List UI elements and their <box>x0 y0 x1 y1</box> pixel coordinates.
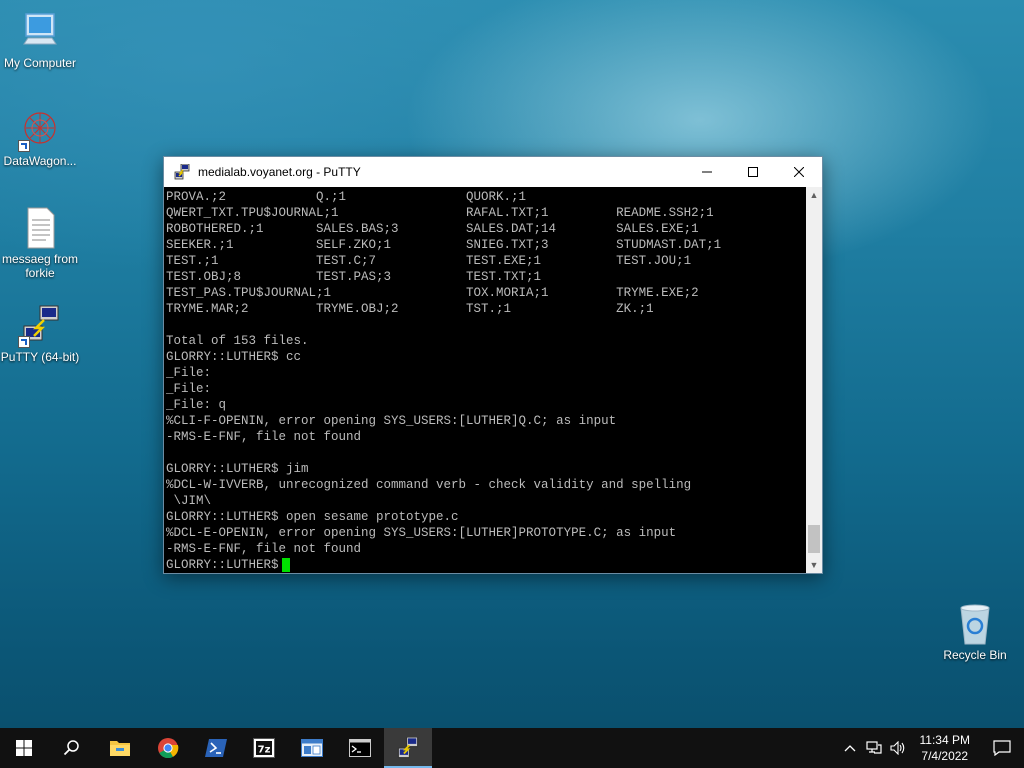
terminal-line: %DCL-W-IVVERB, unrecognized command verb… <box>166 478 692 492</box>
network-button[interactable] <box>862 728 886 768</box>
terminal-line: QWERT_TXT.TPU$JOURNAL;1 RAFAL.TXT;1 READ… <box>166 206 714 220</box>
desktop-icon-label: messaeg from forkie <box>1 252 79 280</box>
terminal-line: TRYME.MAR;2 TRYME.OBJ;2 TST.;1 ZK.;1 <box>166 302 654 316</box>
scroll-down-button[interactable]: ▼ <box>806 557 822 573</box>
computer-icon <box>18 10 62 54</box>
terminal-line: ROBOTHERED.;1 SALES.BAS;3 SALES.DAT;14 S… <box>166 222 699 236</box>
chevron-down-icon: ▼ <box>809 560 819 570</box>
powershell-icon <box>205 739 227 757</box>
7zip-icon: 7z <box>253 738 275 758</box>
speaker-icon <box>889 741 904 755</box>
vertical-scrollbar[interactable]: ▲ ▼ <box>806 187 822 573</box>
putty-window[interactable]: medialab.voyanet.org - PuTTY PROVA.;2 Q.… <box>163 156 823 574</box>
terminal-line: TEST_PAS.TPU$JOURNAL;1 TOX.MORIA;1 TRYME… <box>166 286 699 300</box>
desktop-icon-recycle-bin[interactable]: Recycle Bin <box>935 602 1015 662</box>
command-prompt-icon <box>349 739 371 757</box>
title-bar[interactable]: medialab.voyanet.org - PuTTY <box>164 157 822 187</box>
clock[interactable]: 11:34 PM 7/4/2022 <box>910 732 980 764</box>
terminal-line: TEST.OBJ;8 TEST.PAS;3 TEST.TXT;1 <box>166 270 542 284</box>
terminal-line: GLORRY::LUTHER$ open sesame prototype.c <box>166 510 459 524</box>
scrollbar-thumb[interactable] <box>808 525 820 553</box>
recycle-bin-icon <box>953 602 997 646</box>
taskbar-putty[interactable] <box>384 728 432 768</box>
window-title: medialab.voyanet.org - PuTTY <box>198 165 361 179</box>
search-button[interactable] <box>48 728 96 768</box>
terminal-prompt: GLORRY::LUTHER$ <box>166 558 279 572</box>
svg-text:7z: 7z <box>258 745 271 756</box>
text-file-icon <box>18 206 62 250</box>
desktop-icon-label: PuTTY (64-bit) <box>0 350 80 364</box>
desktop-icon-message-file[interactable]: messaeg from forkie <box>0 206 80 280</box>
close-icon <box>794 167 804 177</box>
datawagon-icon <box>18 108 62 152</box>
taskbar-chrome[interactable] <box>144 728 192 768</box>
taskbar-app-window[interactable] <box>288 728 336 768</box>
show-hidden-icons-button[interactable] <box>838 728 862 768</box>
taskbar-command-prompt[interactable] <box>336 728 384 768</box>
shortcut-arrow-icon <box>18 336 30 348</box>
clock-time: 11:34 PM <box>919 733 970 747</box>
terminal-prompt-line[interactable]: GLORRY::LUTHER$ <box>166 557 721 573</box>
minimize-icon <box>702 171 712 173</box>
taskbar: 7z 11:34 PM 7/4/2022 <box>0 728 1024 768</box>
terminal-line: -RMS-E-FNF, file not found <box>166 542 362 556</box>
desktop-icon-label: Recycle Bin <box>943 648 1007 662</box>
scroll-up-button[interactable]: ▲ <box>806 187 822 203</box>
maximize-icon <box>748 167 758 177</box>
search-icon <box>63 740 79 756</box>
chevron-up-icon <box>844 745 855 752</box>
start-button[interactable] <box>0 728 48 768</box>
clock-date: 7/4/2022 <box>921 749 969 763</box>
terminal-line: TEST.;1 TEST.C;7 TEST.EXE;1 TEST.JOU;1 <box>166 254 692 268</box>
minimize-button[interactable] <box>684 157 730 187</box>
terminal-line: %DCL-E-OPENIN, error opening SYS_USERS:[… <box>166 526 677 540</box>
desktop-icon-my-computer[interactable]: My Computer <box>0 10 80 70</box>
chevron-up-icon: ▲ <box>809 190 819 200</box>
action-center-button[interactable] <box>980 728 1024 768</box>
notification-icon <box>993 740 1011 756</box>
app-window-icon <box>301 739 323 757</box>
terminal-area[interactable]: PROVA.;2 Q.;1 QUORK.;1 QWERT_TXT.TPU$JOU… <box>164 187 806 573</box>
taskbar-7zip[interactable]: 7z <box>240 728 288 768</box>
terminal-output: PROVA.;2 Q.;1 QUORK.;1 QWERT_TXT.TPU$JOU… <box>166 189 721 573</box>
file-explorer-icon <box>110 741 130 756</box>
terminal-line: _File: q <box>166 398 227 412</box>
terminal-line: Total of 153 files. <box>166 334 309 348</box>
terminal-line: _File: <box>166 366 212 380</box>
putty-icon <box>397 737 419 759</box>
start-icon <box>16 740 32 756</box>
terminal-line: SEEKER.;1 SELF.ZKO;1 SNIEG.TXT;3 STUDMAS… <box>166 238 722 252</box>
system-tray: 11:34 PM 7/4/2022 <box>838 728 1024 768</box>
chrome-icon <box>158 738 179 759</box>
terminal-line: PROVA.;2 Q.;1 QUORK.;1 <box>166 190 527 204</box>
desktop-icon-label: My Computer <box>3 56 77 70</box>
maximize-button[interactable] <box>730 157 776 187</box>
terminal-line: \JIM\ <box>166 494 212 508</box>
shortcut-arrow-icon <box>18 140 30 152</box>
desktop-icon-label: DataWagon... <box>3 154 77 168</box>
network-icon <box>865 741 882 754</box>
terminal-line: GLORRY::LUTHER$ cc <box>166 350 302 364</box>
putty-icon <box>174 163 190 180</box>
terminal-line: GLORRY::LUTHER$ jim <box>166 462 309 476</box>
desktop-icon-datawagon[interactable]: DataWagon... <box>0 108 80 168</box>
volume-button[interactable] <box>886 728 910 768</box>
desktop-icon-putty[interactable]: PuTTY (64-bit) <box>0 304 80 364</box>
terminal-line: -RMS-E-FNF, file not found <box>166 430 362 444</box>
desktop: My Computer DataWagon... messaeg from fo… <box>0 0 1024 728</box>
taskbar-powershell[interactable] <box>192 728 240 768</box>
terminal-cursor <box>281 557 290 572</box>
close-button[interactable] <box>776 157 822 187</box>
putty-icon <box>18 304 62 348</box>
taskbar-file-explorer[interactable] <box>96 728 144 768</box>
terminal-line: %CLI-F-OPENIN, error opening SYS_USERS:[… <box>166 414 617 428</box>
terminal-line: _File: <box>166 382 212 396</box>
